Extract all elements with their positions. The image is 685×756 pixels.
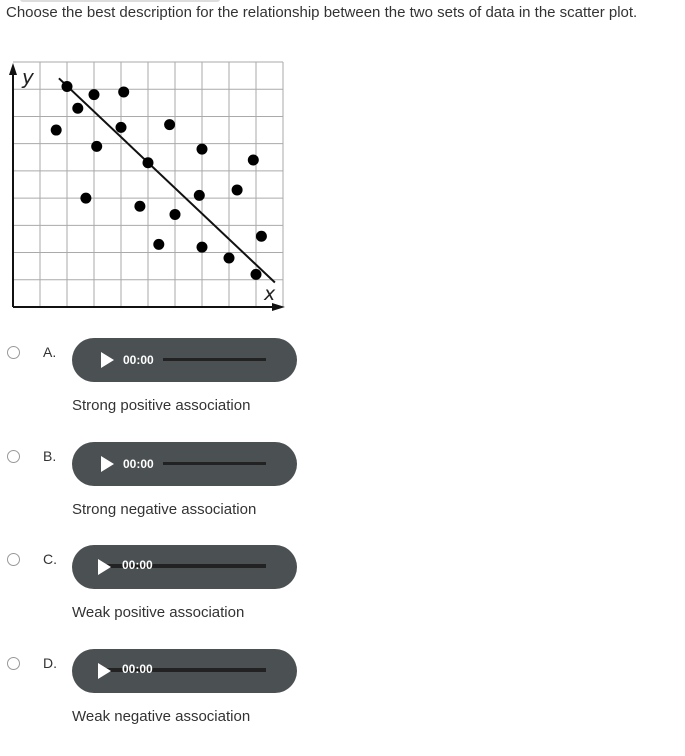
data-point (91, 140, 103, 152)
radio-button[interactable] (7, 553, 20, 566)
option-letter: C. (43, 551, 57, 567)
data-point (250, 268, 262, 280)
data-point (164, 119, 176, 131)
data-point (72, 102, 84, 114)
answer-option-c[interactable]: C. 00:00 Weak positive association (0, 545, 685, 652)
radio-button[interactable] (7, 449, 20, 463)
audio-progress-slider[interactable] (163, 358, 266, 361)
option-text: Weak negative association (72, 707, 251, 725)
audio-time: 00:00 (123, 456, 154, 471)
answer-option-d[interactable]: D. 00:00 Weak negative association (0, 648, 685, 756)
option-text: Strong negative association (72, 500, 257, 518)
audio-player[interactable]: 00:00 (72, 441, 297, 486)
option-letter: B. (43, 447, 57, 464)
audio-player[interactable]: 00:00 (72, 648, 297, 693)
trend-line (58, 77, 276, 284)
option-text: Strong positive association (72, 397, 251, 414)
top-bar (20, 0, 220, 2)
data-point (169, 208, 181, 220)
option-letter: A. (43, 344, 57, 360)
play-icon[interactable] (98, 559, 111, 575)
radio-button[interactable] (7, 346, 20, 359)
audio-progress-slider[interactable] (163, 461, 266, 465)
data-point (142, 157, 154, 169)
y-axis-label: y (21, 65, 35, 89)
play-icon[interactable] (101, 455, 114, 472)
data-point (88, 89, 100, 101)
option-text: Weak positive association (72, 604, 245, 621)
play-icon[interactable] (101, 352, 114, 368)
data-point (223, 252, 235, 264)
answer-option-b[interactable]: B. 00:00 Strong negative association (0, 441, 685, 549)
audio-time: 00:00 (122, 661, 153, 676)
play-icon[interactable] (98, 662, 111, 679)
data-point (231, 184, 243, 196)
radio-button[interactable] (7, 656, 20, 670)
data-point (193, 189, 205, 201)
audio-time: 00:00 (123, 353, 154, 367)
audio-player[interactable]: 00:00 (72, 338, 297, 382)
data-point (153, 238, 165, 250)
answer-option-a[interactable]: A. 00:00 Strong positive association (0, 338, 685, 445)
data-point (255, 230, 267, 242)
scatter-plot: y x (9, 61, 285, 311)
data-point (247, 154, 259, 166)
grid (13, 61, 284, 307)
data-point (196, 241, 208, 253)
data-point (196, 143, 208, 155)
question-text: Choose the best description for the rela… (6, 4, 638, 21)
audio-player[interactable]: 00:00 (72, 545, 297, 589)
data-point (134, 200, 146, 212)
data-point (115, 121, 127, 133)
data-point (118, 86, 130, 98)
x-axis-label: x (263, 283, 276, 305)
data-point (61, 81, 73, 92)
data-point (50, 124, 62, 136)
y-axis-arrow-icon (9, 63, 17, 75)
option-letter: D. (43, 654, 57, 671)
data-point (80, 192, 92, 204)
audio-time: 00:00 (122, 558, 153, 572)
